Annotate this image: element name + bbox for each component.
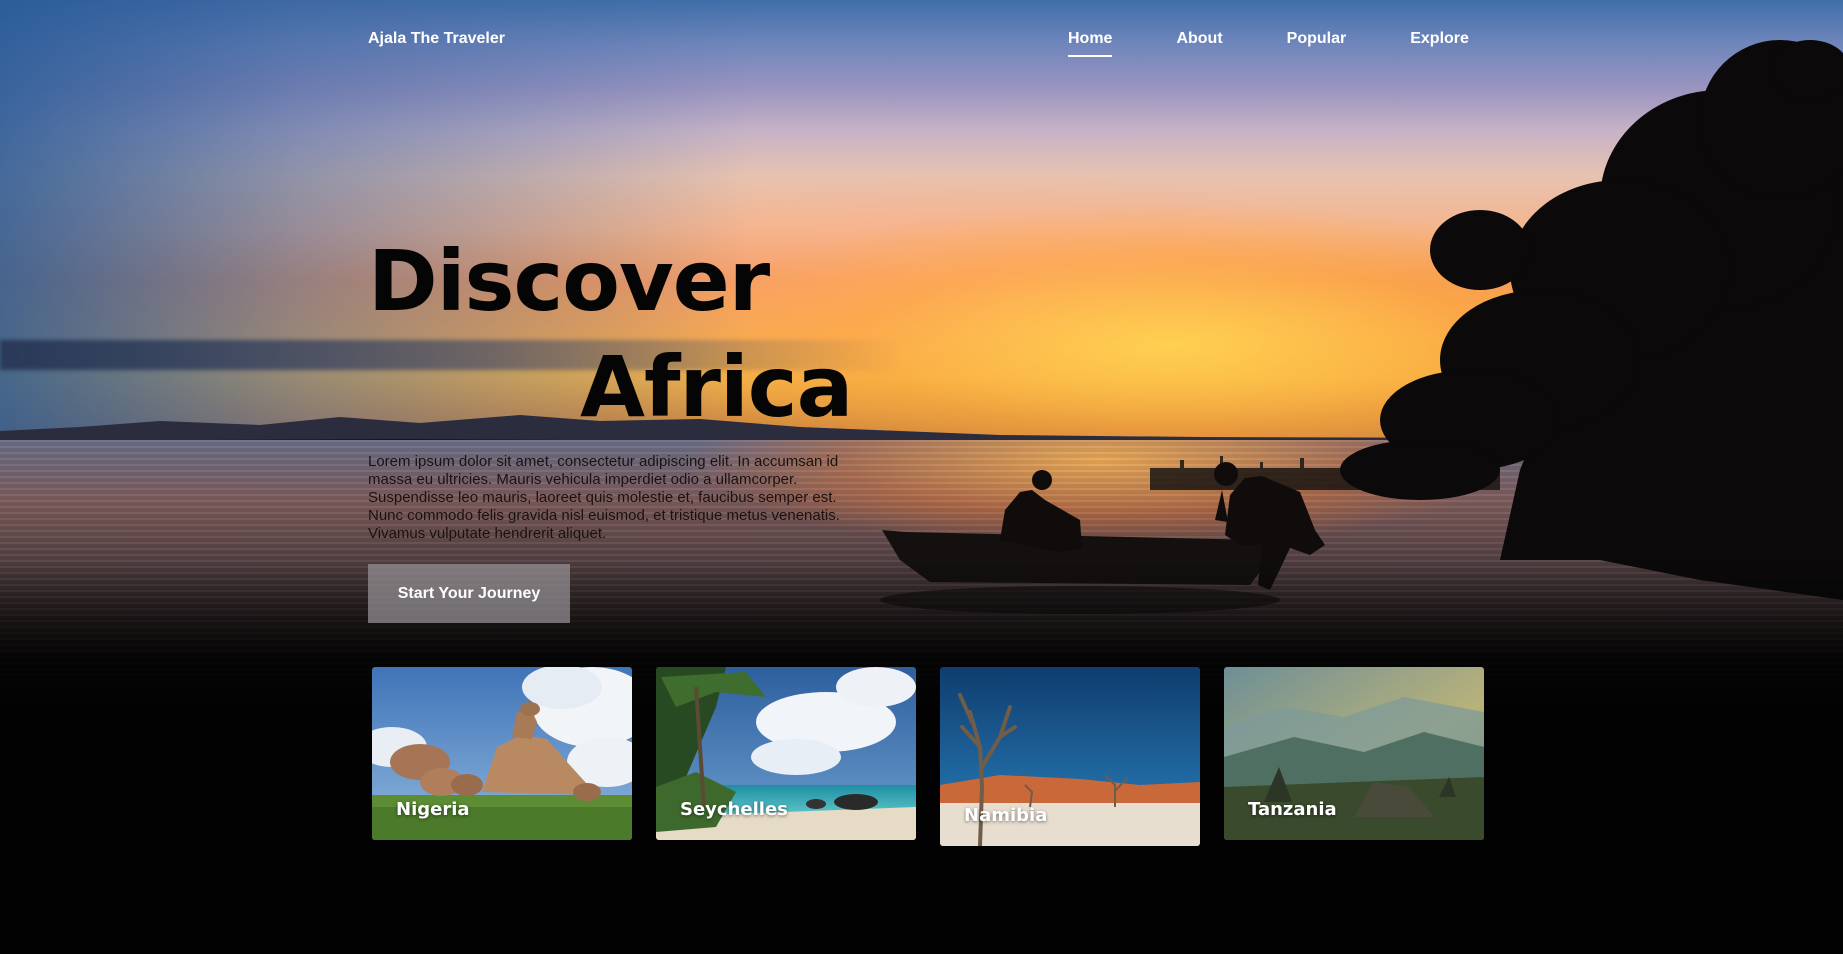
nav-about[interactable]: About: [1176, 30, 1222, 48]
hero-title: Discover Africa: [368, 228, 853, 440]
nav-home[interactable]: Home: [1068, 30, 1113, 57]
destination-name: Tanzania: [1248, 799, 1337, 820]
nav-popular[interactable]: Popular: [1287, 30, 1347, 48]
nav-explore[interactable]: Explore: [1410, 30, 1469, 48]
destination-name: Namibia: [964, 805, 1048, 826]
destination-card-namibia[interactable]: Namibia: [940, 667, 1200, 846]
site-logo[interactable]: Ajala The Traveler: [368, 30, 505, 48]
main-nav: Home About Popular Explore: [1068, 30, 1469, 57]
hero-description: Lorem ipsum dolor sit amet, consectetur …: [368, 453, 840, 542]
hero-background-image: [0, 0, 1843, 954]
hero-title-line1: Discover: [368, 232, 770, 330]
destination-name: Nigeria: [396, 799, 470, 820]
destination-card-nigeria[interactable]: Nigeria: [372, 667, 632, 840]
hero-title-line2: Africa: [580, 338, 853, 436]
start-journey-button[interactable]: Start Your Journey: [368, 564, 570, 623]
destination-name: Seychelles: [680, 799, 788, 820]
destination-card-seychelles[interactable]: Seychelles: [656, 667, 916, 840]
destination-card-tanzania[interactable]: Tanzania: [1224, 667, 1484, 840]
